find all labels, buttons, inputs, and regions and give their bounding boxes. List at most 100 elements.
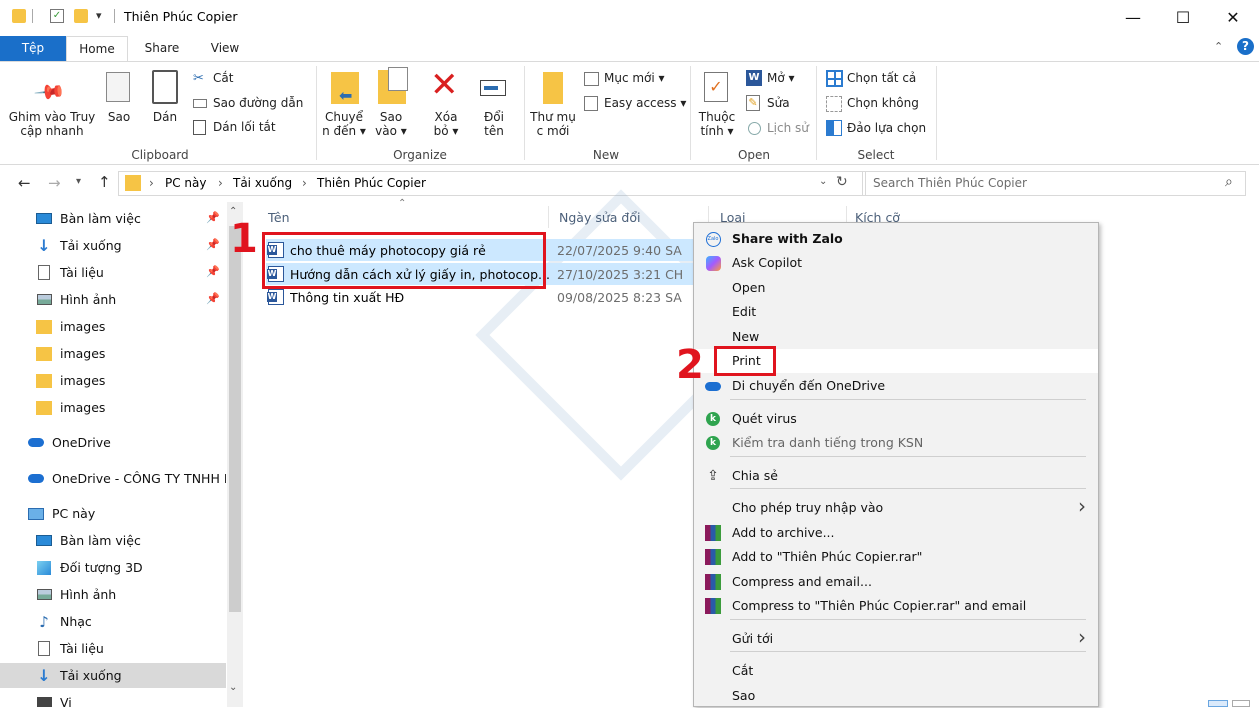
tab-home[interactable]: Home	[66, 36, 128, 61]
nav-item-label: Vi	[60, 695, 72, 707]
address-bar[interactable]: › PC này › Tải xuống › Thiên Phúc Copier…	[118, 171, 866, 196]
new-item-icon	[584, 72, 599, 86]
select-none-button[interactable]: Chọn không	[847, 96, 919, 110]
address-dropdown-icon[interactable]: ⌄	[819, 176, 827, 187]
pin-icon[interactable]: 📌	[206, 265, 220, 278]
context-menu-item[interactable]: Edit	[694, 300, 1098, 324]
tab-share[interactable]: Share	[134, 36, 190, 61]
context-menu-item[interactable]: k Quét virus	[694, 407, 1098, 431]
nav-item-15[interactable]: Tài liệu	[0, 636, 226, 661]
nav-item-8[interactable]: OneDrive	[0, 430, 226, 455]
nav-item-13[interactable]: Hình ảnh	[0, 582, 226, 607]
context-menu-item[interactable]: Sao	[694, 684, 1098, 708]
easy-access-button[interactable]: Easy access ▾	[604, 96, 686, 110]
nav-scrollbar[interactable]: ⌃ ⌄	[227, 202, 243, 707]
nav-item-5[interactable]: images	[0, 341, 226, 366]
context-menu-item[interactable]: k Kiểm tra danh tiếng trong KSN	[694, 431, 1098, 455]
download-icon: ↓	[37, 236, 51, 255]
new-folder-quick-icon[interactable]	[74, 9, 88, 23]
nav-item-4[interactable]: images	[0, 314, 226, 339]
copy-path-button[interactable]: Sao đường dẫn	[213, 96, 303, 110]
help-icon[interactable]: ?	[1237, 38, 1254, 55]
breadcrumb-pc[interactable]: PC này	[165, 176, 207, 190]
nav-item-7[interactable]: images	[0, 395, 226, 420]
nav-item-17[interactable]: Vi	[0, 690, 226, 707]
new-item-button[interactable]: Mục mới ▾	[604, 71, 665, 85]
nav-item-9[interactable]: OneDrive - CÔNG TY TNHH M	[0, 466, 226, 491]
pin-quick-access-button[interactable]: Ghim vào Truy cập nhanh	[8, 110, 96, 138]
nav-item-3[interactable]: Hình ảnh 📌	[0, 287, 226, 312]
nav-item-2[interactable]: Tài liệu 📌	[0, 260, 226, 285]
search-icon[interactable]: ⌕	[1225, 174, 1233, 190]
move-to-button[interactable]: Chuyể n đến ▾	[320, 110, 368, 138]
context-menu-item[interactable]: Open	[694, 276, 1098, 300]
navigation-pane: Bàn làm việc 📌 ↓ Tải xuống 📌 Tài liệu 📌 Hình ản…	[0, 202, 244, 707]
invert-selection-button[interactable]: Đảo lựa chọn	[847, 121, 926, 135]
details-view-icon[interactable]	[1208, 700, 1228, 707]
paste-shortcut-button[interactable]: Dán lối tắt	[213, 120, 276, 134]
context-menu-item[interactable]: Ask Copilot	[694, 251, 1098, 275]
context-menu-item[interactable]: Compress to "Thiên Phúc Copier.rar" and …	[694, 594, 1098, 618]
open-button[interactable]: Mở ▾	[767, 71, 795, 85]
maximize-button[interactable]: ☐	[1160, 0, 1206, 34]
context-menu-item[interactable]: Gửi tới ›	[694, 625, 1098, 651]
pin-icon[interactable]: 📌	[206, 292, 220, 305]
scroll-thumb[interactable]	[229, 226, 241, 612]
pin-icon[interactable]: 📌	[206, 238, 220, 251]
tab-file[interactable]: Tệp	[0, 36, 66, 61]
paste-button[interactable]: Dán	[148, 110, 182, 124]
delete-button[interactable]: Xóa bỏ ▾	[426, 110, 466, 138]
nav-item-10[interactable]: PC này	[0, 501, 226, 526]
column-header-name[interactable]: Tên	[268, 210, 290, 225]
folder-icon	[36, 400, 52, 416]
close-button[interactable]: ✕	[1210, 0, 1256, 34]
nav-item-11[interactable]: Bàn làm việc	[0, 528, 226, 553]
nav-item-16[interactable]: ↓ Tải xuống	[0, 663, 226, 688]
refresh-icon[interactable]: ↻	[836, 174, 848, 190]
context-menu-item[interactable]: Cắt	[694, 659, 1098, 683]
customize-toolbar-icon[interactable]: ▾	[96, 9, 110, 23]
search-field[interactable]: Search Thiên Phúc Copier ⌕	[862, 171, 1246, 196]
nav-item-label: PC này	[52, 506, 96, 521]
context-menu-item[interactable]: Cho phép truy nhập vào ›	[694, 494, 1098, 520]
nav-item-6[interactable]: images	[0, 368, 226, 393]
context-menu-item[interactable]: Compress and email...	[694, 570, 1098, 594]
rename-button[interactable]: Đổi tên	[474, 110, 514, 138]
large-icons-view-icon[interactable]	[1232, 700, 1250, 707]
select-all-button[interactable]: Chọn tất cả	[847, 71, 916, 85]
scroll-down-icon[interactable]: ⌄	[229, 682, 237, 693]
nav-item-14[interactable]: ♪ Nhạc	[0, 609, 226, 634]
collapse-ribbon-icon[interactable]: ⌃	[1214, 40, 1223, 53]
menu-separator	[730, 456, 1086, 457]
copy-to-button[interactable]: Sao vào ▾	[370, 110, 412, 138]
annotation-box-files	[262, 232, 546, 289]
nav-item-1[interactable]: ↓ Tải xuống 📌	[0, 233, 226, 258]
file-row[interactable]: Thông tin xuất HĐ 09/08/2025 8:23 SA	[266, 286, 696, 308]
context-menu-item[interactable]: Di chuyển đến OneDrive	[694, 374, 1098, 398]
context-menu-item[interactable]: Zalo Share with Zalo	[694, 227, 1098, 251]
nav-item-12[interactable]: Đối tượng 3D	[0, 555, 226, 580]
context-menu-item[interactable]: Add to archive...	[694, 521, 1098, 545]
new-folder-button[interactable]: Thư mụ c mới	[528, 110, 578, 138]
pin-icon[interactable]: 📌	[206, 211, 220, 224]
nav-item-0[interactable]: Bàn làm việc 📌	[0, 206, 226, 231]
properties-quick-icon[interactable]: ✓	[50, 9, 64, 23]
column-header-date[interactable]: Ngày sửa đổi	[559, 210, 640, 225]
back-arrow-icon[interactable]: ←	[18, 174, 31, 192]
tab-view[interactable]: View	[200, 36, 250, 61]
cut-button[interactable]: Cắt	[213, 71, 233, 85]
folder-icon	[36, 346, 52, 362]
up-arrow-icon[interactable]: ↑	[98, 173, 111, 191]
breadcrumb-current[interactable]: Thiên Phúc Copier	[317, 176, 426, 190]
minimize-button[interactable]: —	[1110, 0, 1156, 34]
breadcrumb-downloads[interactable]: Tải xuống	[233, 176, 292, 190]
nav-item-label: images	[60, 319, 106, 334]
context-menu-item[interactable]: ⇪ Chia sẻ	[694, 464, 1098, 488]
context-menu-label: Add to "Thiên Phúc Copier.rar"	[732, 549, 923, 564]
context-menu-item[interactable]: Add to "Thiên Phúc Copier.rar"	[694, 545, 1098, 569]
forward-arrow-icon[interactable]: →	[48, 174, 61, 192]
recent-locations-icon[interactable]: ▾	[76, 176, 81, 187]
edit-button[interactable]: Sửa	[767, 96, 790, 110]
copy-button[interactable]: Sao	[104, 110, 134, 124]
properties-button[interactable]: Thuộc tính ▾	[694, 110, 740, 138]
